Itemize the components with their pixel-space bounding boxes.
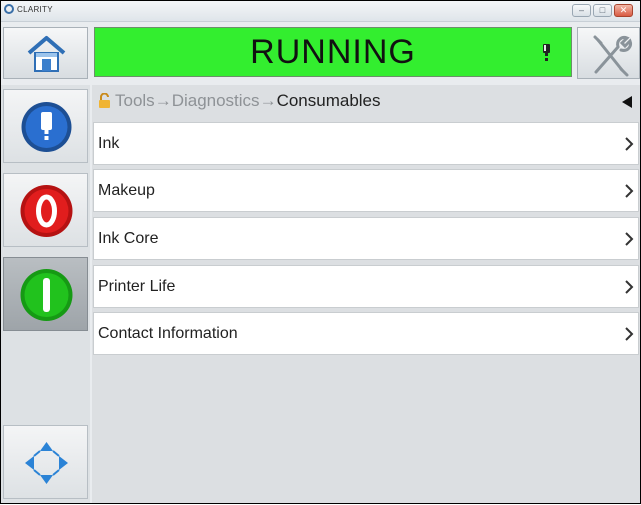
stop-icon (20, 185, 73, 237)
breadcrumb-current: Consumables (276, 91, 381, 110)
status-text: RUNNING (250, 33, 416, 71)
menu-item-label: Ink Core (98, 230, 159, 247)
menu-item-label: Makeup (98, 182, 155, 199)
breadcrumb: Tools→Diagnostics→Consumables (92, 85, 640, 117)
menu-item-ink[interactable]: Ink (93, 122, 639, 165)
app-logo-icon (4, 4, 14, 14)
lock-icon (99, 93, 110, 108)
menu-item-makeup[interactable]: Makeup (93, 169, 639, 212)
menu-item-label: Contact Information (98, 325, 238, 342)
status-banner: RUNNING (94, 27, 572, 77)
home-button[interactable] (3, 27, 88, 79)
minimize-button[interactable]: – (572, 4, 591, 17)
chevron-right-icon (625, 327, 634, 341)
breadcrumb-tools[interactable]: Tools (115, 91, 155, 110)
chevron-right-icon (625, 184, 634, 198)
tools-button[interactable] (577, 27, 640, 79)
maximize-button[interactable]: □ (593, 4, 612, 17)
menu-item-printer-life[interactable]: Printer Life (93, 265, 639, 308)
close-button[interactable]: ✕ (614, 4, 633, 17)
navigation-button[interactable] (3, 425, 88, 499)
chevron-right-icon (625, 280, 634, 294)
navigation-arrows-icon (25, 442, 68, 484)
chevron-right-icon (625, 137, 634, 151)
window-title: CLARITY (17, 5, 53, 14)
menu-item-label: Printer Life (98, 278, 176, 295)
app-window: CLARITY – □ ✕ RUNNING Tools→Diagnostics→… (0, 0, 641, 504)
menu-item-label: Ink (98, 135, 120, 152)
breadcrumb-separator: → (259, 91, 277, 110)
ink-system-button[interactable] (3, 89, 88, 163)
back-arrow-icon[interactable] (622, 96, 632, 108)
title-bar: CLARITY – □ ✕ (1, 1, 640, 22)
ink-system-icon (21, 102, 72, 152)
chevron-right-icon (625, 232, 634, 246)
ink-drop-alert-icon[interactable] (542, 44, 551, 61)
breadcrumb-diagnostics[interactable]: Diagnostics (172, 91, 260, 110)
start-button[interactable] (3, 257, 88, 331)
tools-icon (593, 35, 632, 77)
home-icon (27, 36, 66, 72)
main-content: Tools→Diagnostics→Consumables Ink Makeup… (92, 85, 640, 503)
sidebar (1, 85, 90, 503)
menu-item-ink-core[interactable]: Ink Core (93, 217, 639, 260)
breadcrumb-separator: → (154, 91, 172, 110)
start-icon (20, 269, 73, 321)
menu-item-contact-information[interactable]: Contact Information (93, 312, 639, 355)
stop-button[interactable] (3, 173, 88, 247)
